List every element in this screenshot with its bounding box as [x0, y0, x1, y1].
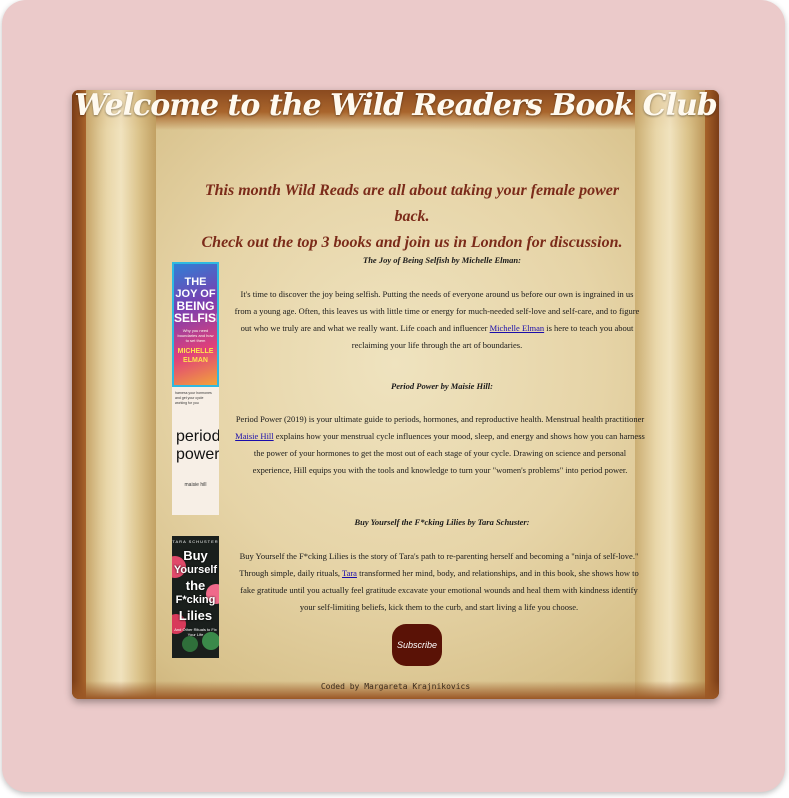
cover-buy-author: TARA SCHUSTER — [172, 539, 219, 544]
cover-buy-tagline: And Other Rituals to Fix Your Life — [174, 627, 217, 637]
book-title-3: Buy Yourself the F*cking Lilies by Tara … — [354, 517, 530, 527]
author-link-michelle-elman[interactable]: Michelle Elman — [490, 323, 545, 333]
cover-buy-line-1: Buy — [183, 548, 208, 563]
cover-buy-line-4: F*cking — [175, 594, 216, 606]
book-desc-3: Buy Yourself the F*cking Lilies is the s… — [239, 551, 639, 612]
cover-period-author: maisie hill — [184, 482, 207, 488]
cover-buy-line-2: Yourself — [173, 564, 218, 576]
book-title-1: The Joy of Being Selfish by Michelle Elm… — [363, 255, 521, 265]
book-desc-1: It's time to discover the joy being self… — [234, 289, 640, 350]
cover-joy-author-1: MICHELLE — [177, 348, 214, 355]
cover-buy-line-5: Lilies — [178, 608, 213, 623]
footer-credit: Coded by Margareta Krajnikovics — [320, 682, 471, 691]
book-cover-period-power: harness your hormones and get your cycle… — [172, 387, 219, 515]
book-club-card: Welcome to the Wild Readers Book Club Th… — [72, 90, 719, 699]
book-cover-buy-yourself-lilies: TARA SCHUSTER Buy Yourself the F*cking L… — [172, 536, 219, 658]
cover-period-line-1: period — [176, 428, 219, 445]
book-desc-2: Period Power (2019) is your ultimate gui… — [235, 414, 645, 475]
book-title-2: Period Power by Maisie Hill: — [391, 381, 493, 391]
page-title: Welcome to the Wild Readers Book Club — [74, 90, 718, 123]
cover-joy-subtitle: Why you need boundaries and how to set t… — [177, 328, 214, 343]
scroll-roll-right — [635, 90, 705, 699]
cover-joy-line-1: THE — [184, 276, 207, 288]
author-link-maisie-hill[interactable]: Maisie Hill — [235, 431, 273, 441]
cover-period-tagline: harness your hormones and get your cycle… — [175, 391, 212, 405]
page-background: Welcome to the Wild Readers Book Club Th… — [2, 0, 785, 792]
intro-text: This month Wild Reads are all about taki… — [192, 178, 632, 256]
author-link-tara[interactable]: Tara — [342, 568, 357, 578]
leaf-shape — [182, 636, 198, 652]
book-cover-joy-of-being-selfish: THE JOY OF BEING SELFISH Why you need bo… — [172, 262, 219, 387]
scroll-roll-left — [86, 90, 156, 699]
cover-period-line-2: power — [176, 446, 219, 463]
intro-line-2: Check out the top 3 books and join us in… — [201, 234, 623, 251]
subscribe-button[interactable]: Subscribe — [392, 624, 442, 666]
cover-joy-line-4: SELFISH — [174, 311, 217, 325]
intro-line-1: This month Wild Reads are all about taki… — [204, 182, 620, 225]
cover-joy-author-2: ELMAN — [183, 357, 208, 364]
cover-buy-line-3: the — [185, 578, 206, 593]
